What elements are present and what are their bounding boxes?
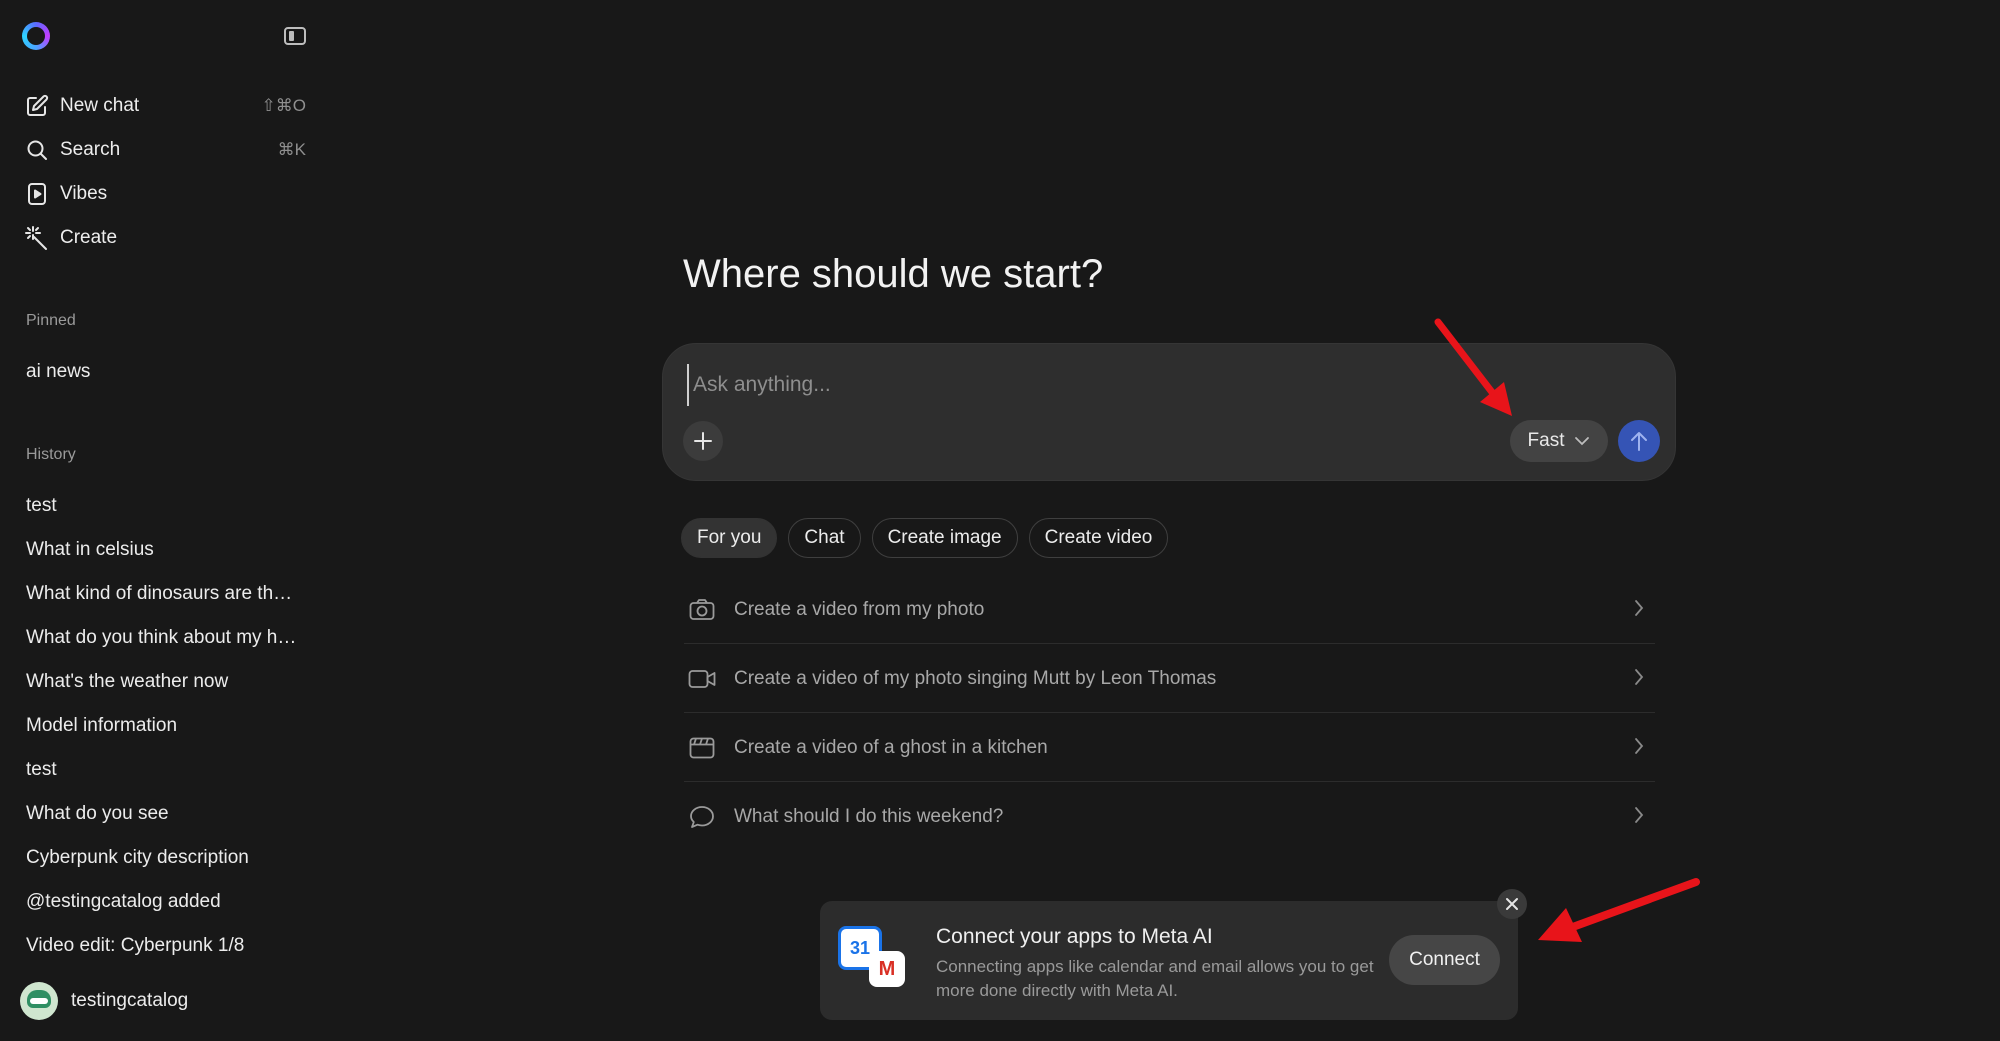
suggestion-text: Create a video of a ghost in a kitchen	[734, 736, 1048, 758]
sidebar: New chat ⇧⌘O Search ⌘K Vibes Create Pinn…	[0, 0, 330, 1041]
banner-title: Connect your apps to Meta AI	[936, 925, 1213, 948]
new-chat-button[interactable]: New chat ⇧⌘O	[24, 88, 314, 124]
history-item[interactable]: What do you see	[26, 803, 306, 825]
close-icon	[1506, 898, 1518, 910]
search-button[interactable]: Search ⌘K	[24, 132, 314, 168]
page-title: Where should we start?	[683, 252, 1104, 296]
sidebar-toggle-icon[interactable]	[284, 27, 306, 45]
history-item[interactable]: test	[26, 759, 306, 781]
mode-chips: For you Chat Create image Create video	[681, 518, 1169, 558]
history-item[interactable]: Cyberpunk city description	[26, 847, 306, 869]
chat-bubble-icon	[688, 803, 716, 831]
history-item[interactable]: What's the weather now	[26, 671, 306, 693]
chip-chat[interactable]: Chat	[788, 518, 861, 558]
avatar	[20, 982, 58, 1020]
add-attachment-button[interactable]	[683, 421, 723, 461]
pinned-item[interactable]: ai news	[26, 361, 306, 383]
chevron-right-icon	[1635, 669, 1644, 685]
suggestion-text: Create a video of my photo singing Mutt …	[734, 667, 1217, 689]
ask-input[interactable]	[687, 364, 1595, 406]
chip-for-you[interactable]: For you	[681, 518, 778, 558]
history-item[interactable]: What kind of dinosaurs are th…	[26, 583, 306, 605]
banner-description: Connecting apps like calendar and email …	[936, 957, 1374, 1000]
vibes-icon	[24, 181, 50, 207]
send-button[interactable]	[1618, 420, 1660, 462]
search-shortcut: ⌘K	[277, 140, 306, 159]
arrow-up-icon	[1631, 432, 1647, 451]
camera-icon	[688, 596, 716, 624]
pinned-heading: Pinned	[26, 312, 76, 329]
annotation-arrow	[1538, 878, 1700, 942]
history-item[interactable]: What do you think about my h…	[26, 627, 306, 649]
suggestion-item[interactable]: Create a video from my photo	[684, 576, 1655, 644]
history-item[interactable]: Model information	[26, 715, 306, 737]
new-chat-shortcut: ⇧⌘O	[261, 96, 306, 115]
chip-create-video[interactable]: Create video	[1028, 518, 1169, 558]
search-label: Search	[60, 139, 121, 160]
composer: Fast	[662, 343, 1676, 481]
suggestion-item[interactable]: What should I do this weekend?	[684, 783, 1655, 851]
vibes-button[interactable]: Vibes	[24, 176, 314, 212]
vibes-label: Vibes	[60, 183, 108, 204]
compose-icon	[24, 93, 50, 119]
mode-select[interactable]: Fast	[1510, 420, 1608, 462]
history-item[interactable]: @testingcatalog added	[26, 891, 306, 913]
close-banner-button[interactable]	[1497, 889, 1527, 919]
gmail-icon: M	[869, 951, 905, 987]
suggestion-item[interactable]: Create a video of my photo singing Mutt …	[684, 645, 1655, 713]
chevron-right-icon	[1635, 600, 1644, 616]
chevron-right-icon	[1635, 807, 1644, 823]
create-label: Create	[60, 227, 118, 248]
history-heading: History	[26, 446, 76, 463]
clapperboard-icon	[688, 734, 716, 762]
user-profile[interactable]: testingcatalog	[20, 982, 188, 1020]
suggestion-text: Create a video from my photo	[734, 598, 985, 620]
user-name: testingcatalog	[71, 990, 189, 1011]
chevron-right-icon	[1635, 738, 1644, 754]
new-chat-label: New chat	[60, 95, 140, 116]
app-icons: 31 M	[838, 926, 908, 990]
connect-apps-banner: 31 M Connect your apps to Meta AI Connec…	[820, 901, 1518, 1020]
connect-button[interactable]: Connect	[1389, 935, 1500, 985]
history-item[interactable]: test	[26, 495, 306, 517]
create-button[interactable]: Create	[24, 220, 314, 256]
video-camera-icon	[688, 665, 716, 693]
meta-ai-logo[interactable]	[22, 22, 50, 50]
plus-icon	[694, 432, 712, 450]
history-item[interactable]: Video edit: Cyberpunk 1/8	[26, 935, 306, 957]
chevron-down-icon	[1575, 437, 1590, 446]
history-item[interactable]: What in celsius	[26, 539, 306, 561]
mode-label: Fast	[1527, 430, 1565, 451]
sparkle-wand-icon	[24, 225, 50, 251]
chip-create-image[interactable]: Create image	[871, 518, 1018, 558]
suggestion-item[interactable]: Create a video of a ghost in a kitchen	[684, 714, 1655, 782]
suggestion-text: What should I do this weekend?	[734, 806, 1004, 827]
search-icon	[24, 137, 50, 163]
